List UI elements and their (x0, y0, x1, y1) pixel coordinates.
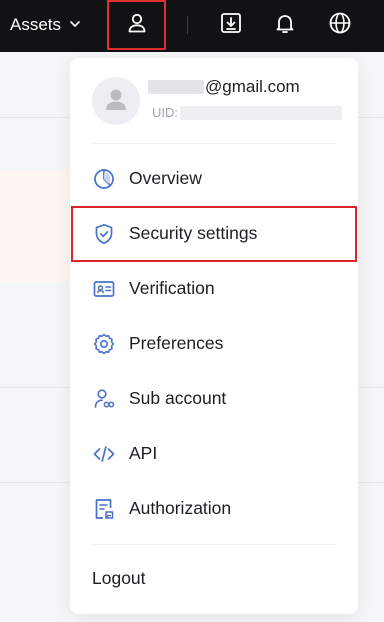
account-email: @gmail.com (148, 77, 300, 97)
menu-divider (92, 544, 336, 545)
code-icon (92, 442, 116, 466)
background-panel (0, 170, 70, 282)
assets-menu[interactable]: Assets (10, 14, 81, 36)
menu-item-security-settings[interactable]: Security settings (70, 206, 358, 261)
shield-check-icon (92, 222, 116, 246)
profile-header: @gmail.com UID: (90, 73, 342, 128)
menu-item-preferences[interactable]: Preferences (70, 316, 358, 371)
menu-item-sub-account[interactable]: Sub account (70, 371, 358, 426)
menu-item-authorization[interactable]: Authorization (70, 481, 358, 536)
chevron-down-icon (69, 15, 81, 35)
notifications-button[interactable] (272, 12, 298, 38)
menu-item-label: API (129, 443, 158, 463)
menu-item-verification[interactable]: Verification (70, 261, 358, 316)
id-card-icon (92, 277, 116, 301)
menu-item-label: Overview (129, 168, 202, 188)
pie-chart-icon (92, 167, 116, 191)
sub-account-icon (92, 387, 116, 411)
logout-button[interactable]: Logout (92, 568, 146, 589)
user-account-button[interactable] (107, 0, 166, 50)
menu-item-label: Verification (129, 278, 215, 298)
top-navigation-bar: Assets (0, 0, 384, 52)
account-dropdown-menu: @gmail.com UID: Overview Security settin… (70, 58, 358, 614)
user-icon (125, 11, 149, 40)
gear-icon (92, 332, 116, 356)
uid-label: UID: (152, 105, 178, 120)
redacted-uid (180, 105, 342, 120)
menu-item-api[interactable]: API (70, 426, 358, 481)
document-icon (92, 497, 116, 521)
globe-icon (328, 11, 352, 40)
redacted-email-name (148, 80, 204, 94)
menu-item-label: Preferences (129, 333, 224, 353)
bell-icon (273, 11, 297, 40)
download-button[interactable] (218, 12, 244, 38)
email-domain: @gmail.com (205, 77, 300, 96)
account-uid: UID: (152, 105, 342, 120)
menu-item-overview[interactable]: Overview (70, 151, 358, 206)
language-button[interactable] (327, 12, 353, 38)
menu-item-label: Security settings (129, 223, 258, 243)
menu-divider (92, 143, 336, 144)
avatar (92, 77, 140, 125)
menu-item-label: Authorization (129, 498, 232, 518)
default-avatar-icon (102, 85, 130, 118)
topbar-divider (187, 16, 188, 34)
assets-label: Assets (10, 15, 62, 34)
menu-item-label: Sub account (129, 388, 227, 408)
download-icon (219, 11, 243, 40)
